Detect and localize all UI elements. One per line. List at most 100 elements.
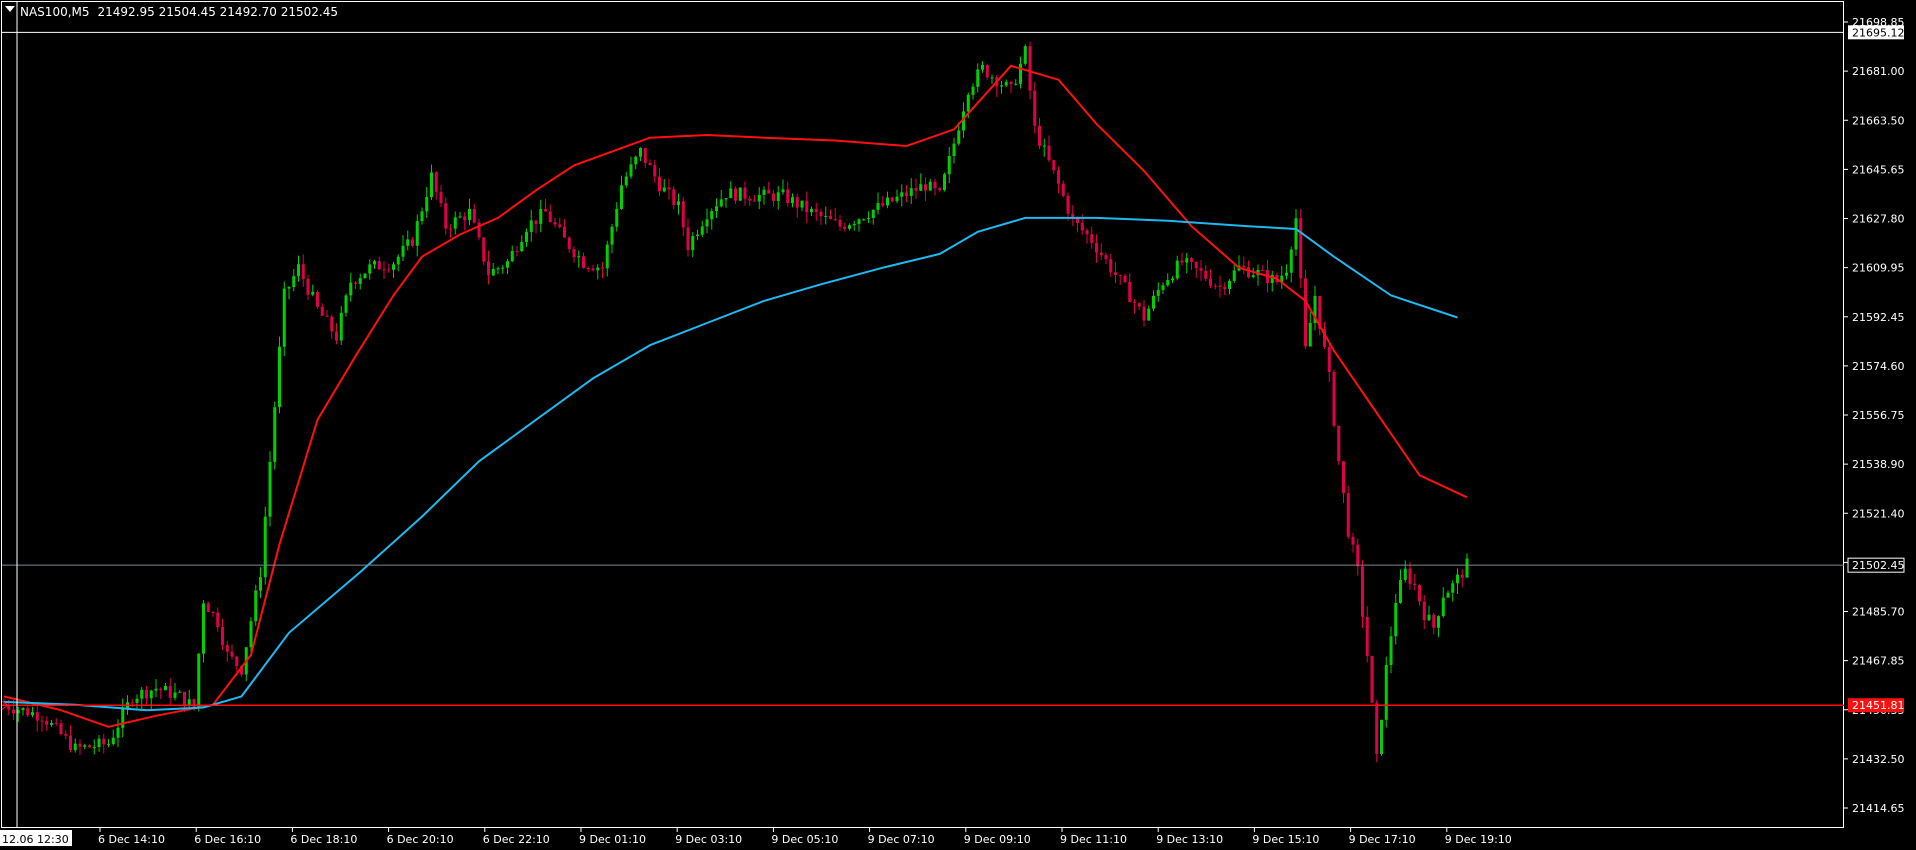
candle-body [700,226,704,235]
candle-body [952,143,956,157]
candle-body [1251,275,1255,278]
ohlc-readout: 21492.95 21504.45 21492.70 21502.45 [97,5,338,19]
candle-body [534,220,538,224]
candle-body [88,745,91,748]
candle-body [297,264,300,277]
candle-body [468,208,471,221]
candle-body [909,188,913,196]
candle-body [924,184,927,191]
candle-body [78,743,82,747]
candle-body [1432,614,1436,628]
candle-body [278,346,281,408]
candle-body [396,256,400,265]
x-tick-label: 9 Dec 17:10 [1349,833,1416,846]
candle-body [966,94,970,112]
candle-body [1327,346,1331,372]
y-tick-label: 21485.70 [1852,606,1905,619]
candle-body [206,603,210,613]
candle-body [506,261,509,268]
candle-body [857,219,861,224]
candle-body [586,267,590,269]
candle-body [767,189,771,194]
candle-body [981,64,984,70]
x-tick-label: 9 Dec 19:10 [1445,833,1512,846]
x-tick-label: 9 Dec 15:10 [1252,833,1319,846]
candle-body [686,227,690,251]
candle-body [1209,278,1212,286]
candle-body [677,201,680,206]
x-tick-label: 9 Dec 11:10 [1060,833,1127,846]
candle-body [1175,260,1179,279]
candle-body [691,236,695,251]
candle-body [377,261,381,270]
candle-body [1147,308,1151,321]
candle-body [1370,655,1374,703]
candle-body [648,162,652,166]
candle-body [814,208,818,212]
candle-body [159,688,163,691]
candle-body [482,237,486,262]
candle-body [1304,278,1307,347]
candle-body [1133,302,1136,304]
candle-body [724,198,728,200]
candle-body [819,211,823,217]
candle-body [871,209,875,219]
candle-body [311,292,315,295]
candle-body [64,734,68,736]
x-tick-label: 9 Dec 05:10 [771,833,838,846]
candle-body [563,226,566,238]
candle-body [753,200,756,202]
candle-body [458,216,462,218]
candle-body [957,130,961,144]
candle-body [83,745,87,747]
candle-body [1413,583,1417,586]
candle-body [1014,83,1018,85]
candle-body [786,189,790,204]
crosshair-time-label: 12.06 12:30 [2,833,69,846]
candle-body [1451,583,1455,593]
candle-body [520,242,524,252]
candle-body [914,188,918,191]
crosshair-price-label: 21695.12 [1852,26,1905,39]
chart-menu-arrow-icon[interactable] [5,6,15,12]
candle-body [1460,574,1464,578]
x-tick-label: 9 Dec 03:10 [675,833,742,846]
candle-body [1152,295,1155,309]
candle-body [1194,261,1198,269]
candle-body [567,237,571,250]
chart-canvas[interactable]: 21698.8521681.0021663.5021645.6521627.80… [0,0,1916,850]
candle-body [168,685,172,698]
candle-body [990,77,994,79]
candle-body [1465,558,1469,578]
candle-body [1128,281,1132,303]
candle-body [1346,493,1350,537]
candle-body [757,194,761,202]
candle-body [1199,268,1203,271]
candle-body [1114,272,1117,276]
x-tick-label: 6 Dec 22:10 [483,833,550,846]
candle-body [259,577,262,591]
y-tick-label: 21627.80 [1852,213,1905,226]
candle-body [1095,242,1098,253]
candle-body [1361,566,1364,617]
candle-body [548,211,552,222]
candle-body [1261,269,1265,271]
y-tick-label: 21681.00 [1852,65,1905,78]
candle-body [529,220,533,232]
candle-body [491,268,495,276]
candle-body [411,239,414,246]
chart-header: NAS100,M5 21492.95 21504.45 21492.70 2150… [20,5,338,19]
candle-body [795,197,799,208]
candle-body [358,278,362,284]
candle-body [453,217,457,229]
candle-body [938,188,942,191]
candle-body [363,273,367,279]
candle-body [843,226,847,229]
candle-body [1052,160,1056,171]
candle-body [582,256,585,268]
candle-body [1109,259,1113,273]
candle-body [919,184,923,191]
candle-body [1375,702,1379,754]
candle-body [1394,602,1398,637]
candle-body [1218,285,1222,287]
